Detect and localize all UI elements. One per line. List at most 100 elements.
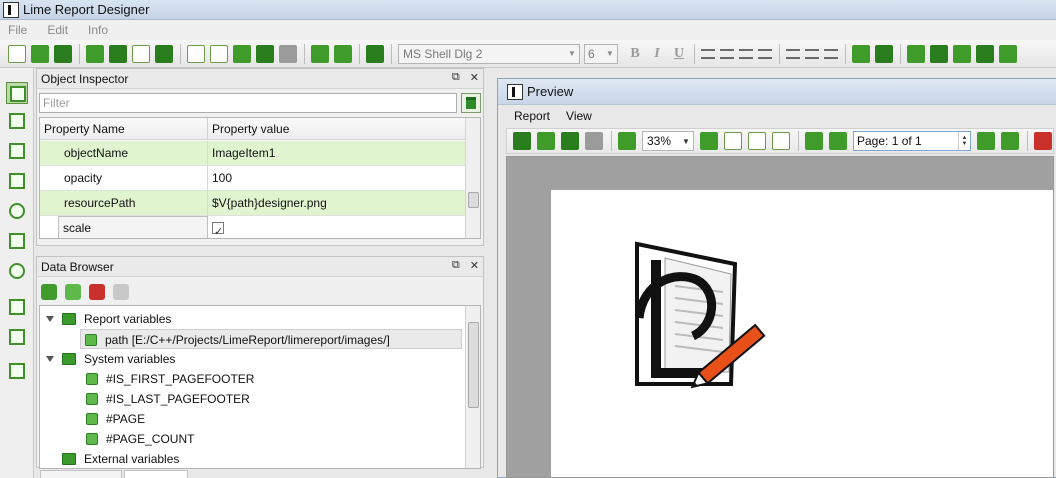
filter-input[interactable]: Filter <box>39 93 457 113</box>
tree-scrollbar[interactable] <box>465 306 480 468</box>
tree-node-system-variable[interactable]: #PAGE_COUNT <box>86 429 194 449</box>
tree-node-system-variable[interactable]: #IS_LAST_PAGEFOOTER <box>86 389 250 409</box>
snap-icon[interactable] <box>875 44 893 63</box>
property-value-header[interactable]: Property value <box>208 118 466 140</box>
tree-node-system-variable[interactable]: #IS_FIRST_PAGEFOOTER <box>86 369 254 389</box>
chart-item-icon[interactable] <box>6 260 28 282</box>
print-icon[interactable] <box>513 132 531 150</box>
delete-page-icon[interactable] <box>155 44 173 63</box>
align-left-icon[interactable] <box>701 48 715 59</box>
close-icon[interactable]: ✕ <box>470 259 479 272</box>
open-icon[interactable] <box>31 44 49 63</box>
zoom-in-icon[interactable] <box>618 132 636 150</box>
align-right-icon[interactable] <box>739 48 753 59</box>
preview-canvas[interactable] <box>506 156 1054 478</box>
export-pdf-icon[interactable] <box>585 132 603 150</box>
tree-node-system-variables[interactable]: System variables <box>46 349 175 369</box>
menu-file[interactable]: File <box>8 23 27 37</box>
shape-item-icon[interactable] <box>6 200 28 222</box>
last-page-icon[interactable] <box>1001 132 1019 150</box>
edit-icon[interactable] <box>537 132 555 150</box>
zoom-in-icon[interactable] <box>311 44 329 63</box>
tree-node-report-variables[interactable]: Report variables <box>46 309 171 329</box>
add-variable-icon[interactable] <box>41 284 57 300</box>
zoom-out-icon[interactable] <box>700 132 718 150</box>
fit-width-icon[interactable] <box>724 132 742 150</box>
zoom-select[interactable]: 33% ▼ <box>642 131 694 151</box>
property-row[interactable]: scale <box>40 216 466 238</box>
underline-button[interactable]: U <box>670 46 688 62</box>
scrollbar-thumb[interactable] <box>468 322 479 408</box>
zoom-out-icon[interactable] <box>334 44 352 63</box>
close-preview-icon[interactable] <box>1034 132 1052 150</box>
page-spinbox[interactable]: Page: 1 of 1 ▲ ▼ <box>853 131 971 151</box>
font-size-select[interactable]: 6 ▼ <box>584 43 618 64</box>
expand-arrow-icon[interactable] <box>46 356 54 362</box>
valign-top-icon[interactable] <box>786 48 800 59</box>
save-icon[interactable] <box>54 44 72 63</box>
fit-page-icon[interactable] <box>748 132 766 150</box>
one-to-one-icon[interactable] <box>772 132 790 150</box>
save-icon[interactable] <box>561 132 579 150</box>
first-page-icon[interactable] <box>805 132 823 150</box>
text-item-icon[interactable] <box>6 140 28 162</box>
clear-filter-button[interactable] <box>461 93 481 113</box>
new-report-icon[interactable] <box>8 44 26 63</box>
band-tool-icon[interactable] <box>6 110 28 132</box>
undo-icon[interactable] <box>256 44 274 63</box>
tab-datasources[interactable] <box>40 470 122 478</box>
scrollbar-thumb[interactable] <box>468 192 479 208</box>
property-value[interactable]: 100 <box>208 166 466 191</box>
property-row[interactable]: objectName ImageItem1 <box>40 141 466 166</box>
redo-icon[interactable] <box>279 44 297 63</box>
property-value[interactable]: $V{path}designer.png <box>208 191 466 216</box>
valign-bottom-icon[interactable] <box>824 48 838 59</box>
spin-arrows-icon[interactable]: ▲ ▼ <box>958 132 970 150</box>
property-value[interactable] <box>208 216 466 238</box>
close-icon[interactable]: ✕ <box>470 71 479 84</box>
font-family-select[interactable]: MS Shell Dlg 2 ▼ <box>398 43 580 64</box>
cut-icon[interactable] <box>233 44 251 63</box>
float-icon[interactable]: ⧉ <box>452 71 460 84</box>
delete-item-icon[interactable] <box>6 360 28 382</box>
next-page-icon[interactable] <box>977 132 995 150</box>
image-item-icon[interactable] <box>6 230 28 252</box>
menu-edit[interactable]: Edit <box>47 23 68 37</box>
add-page-icon[interactable] <box>109 44 127 63</box>
property-row[interactable]: resourcePath $V{path}designer.png <box>40 191 466 216</box>
align-objects-right-icon[interactable] <box>953 44 971 63</box>
copy-icon[interactable] <box>187 44 205 63</box>
expand-arrow-icon[interactable] <box>46 316 54 322</box>
align-objects-left-icon[interactable] <box>930 44 948 63</box>
scale-checkbox[interactable] <box>212 220 224 238</box>
float-icon[interactable]: ⧉ <box>452 259 460 272</box>
select-tool-icon[interactable] <box>6 82 28 104</box>
page-icon[interactable] <box>132 44 150 63</box>
distribute-icon[interactable] <box>999 44 1017 63</box>
align-center-icon[interactable] <box>720 48 734 59</box>
grid-icon[interactable] <box>852 44 870 63</box>
italic-button[interactable]: I <box>648 46 666 62</box>
tab-variables[interactable] <box>124 470 188 478</box>
bring-front-icon[interactable] <box>907 44 925 63</box>
menu-view[interactable]: View <box>566 109 592 123</box>
align-objects-center-icon[interactable] <box>976 44 994 63</box>
edit-variable-icon[interactable] <box>65 284 81 300</box>
menu-info[interactable]: Info <box>88 23 108 37</box>
settings-gear-icon[interactable] <box>86 44 104 63</box>
tree-node-external-variables[interactable]: External variables <box>46 449 179 468</box>
property-grid-scrollbar[interactable] <box>465 118 480 238</box>
barcode-item-icon[interactable] <box>6 170 28 192</box>
align-justify-icon[interactable] <box>758 48 772 59</box>
paste-icon[interactable] <box>210 44 228 63</box>
valign-center-icon[interactable] <box>805 48 819 59</box>
print-preview-icon[interactable] <box>366 44 384 63</box>
delete-variable-icon[interactable] <box>89 284 105 300</box>
property-name-header[interactable]: Property Name <box>40 118 208 140</box>
bold-button[interactable]: B <box>626 46 644 62</box>
property-row[interactable]: opacity 100 <box>40 166 466 191</box>
tree-node-path-variable[interactable]: path [E:/C++/Projects/LimeReport/limerep… <box>80 329 462 349</box>
tree-node-system-variable[interactable]: #PAGE <box>86 409 145 429</box>
vlayout-icon[interactable] <box>6 326 28 348</box>
hlayout-icon[interactable] <box>6 296 28 318</box>
